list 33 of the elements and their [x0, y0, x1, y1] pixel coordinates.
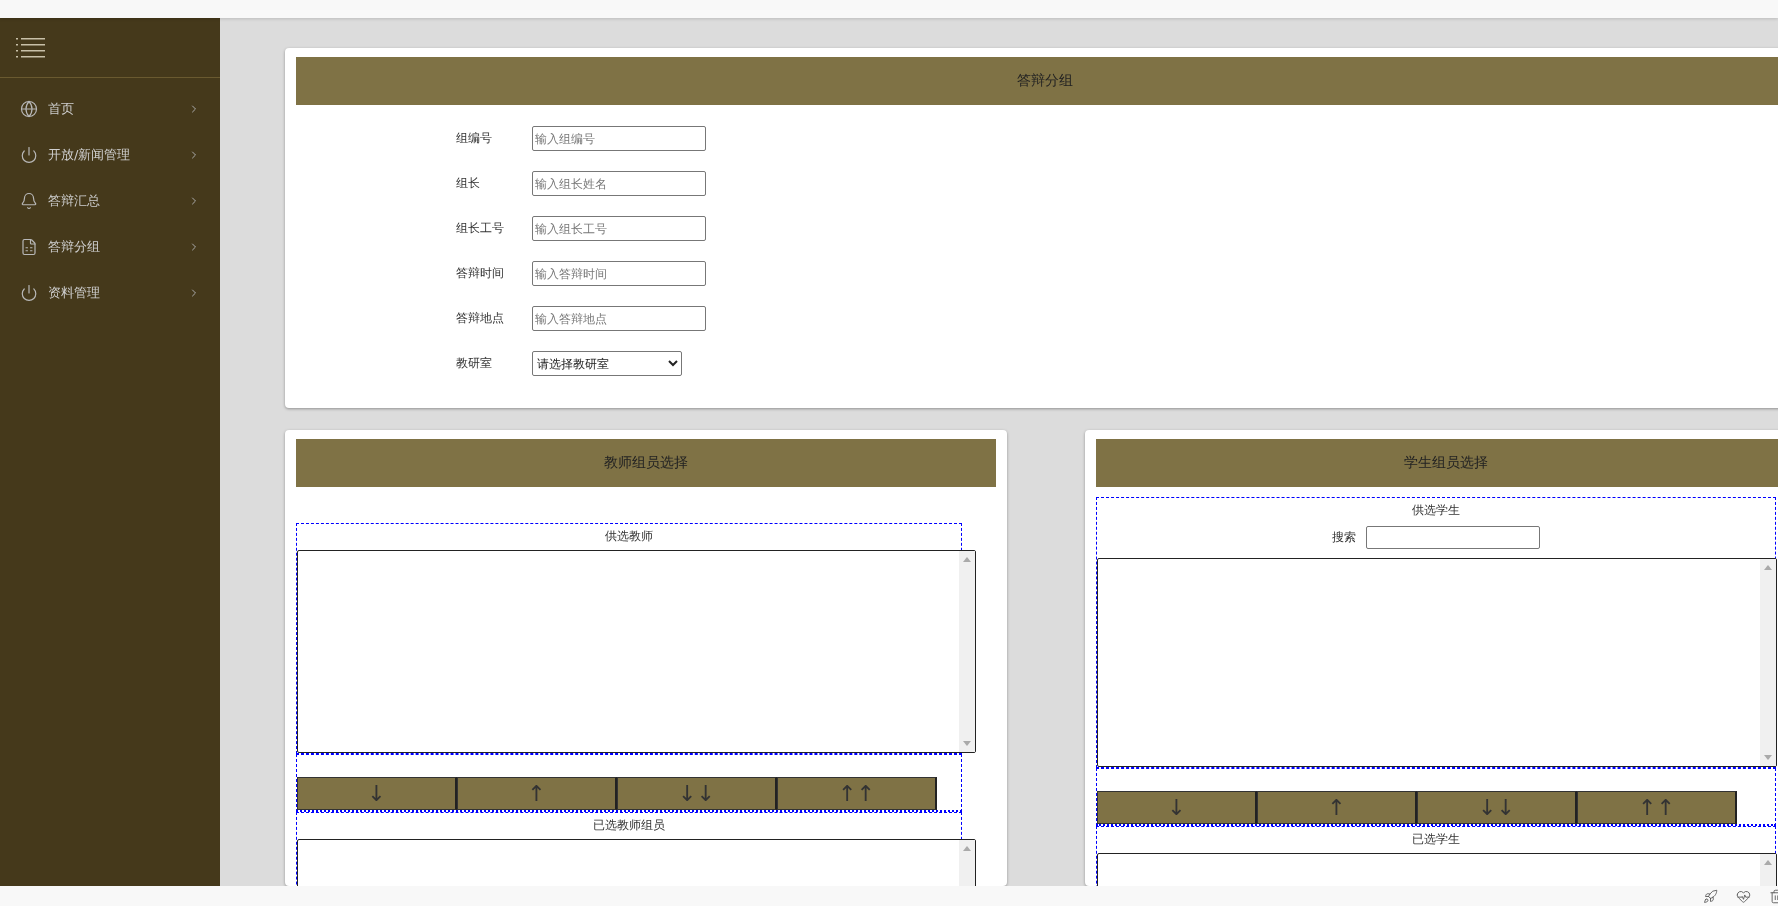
list-caption: 已选学生 [1412, 831, 1460, 848]
sidebar-item[interactable]: 资料管理 [0, 270, 220, 316]
input-field[interactable]: 输入组长姓名 [532, 171, 706, 196]
field-label: 组长 [456, 175, 481, 192]
move-button[interactable]: ↑↑ [1577, 791, 1737, 824]
form-header: 答辩分组 [296, 57, 1778, 105]
sidebar-item[interactable]: 答辩分组 [0, 224, 220, 270]
input-field[interactable]: 输入组长工号 [532, 216, 706, 241]
input-field[interactable]: 输入答辩时间 [532, 261, 706, 286]
field-label: 答辩地点 [456, 310, 505, 327]
search-label: 搜索 [1332, 529, 1356, 546]
move-button[interactable]: ↑ [1257, 791, 1417, 824]
sidebar-item[interactable]: 开放/新闻管理 [0, 132, 220, 178]
panel-header: 学生组员选择 [1096, 439, 1778, 487]
list-caption: 已选教师组员 [593, 817, 665, 834]
move-button[interactable]: ↑ [457, 777, 617, 810]
panel-header: 教师组员选择 [296, 439, 996, 487]
move-button[interactable]: ↓ [1097, 791, 1257, 824]
select-field[interactable]: 请选择教研室 [532, 351, 682, 376]
list-caption: 供选学生 [1412, 502, 1460, 519]
list-caption: 供选教师 [605, 528, 653, 545]
field-label: 答辩时间 [456, 265, 505, 282]
move-button[interactable]: ↑↑ [777, 777, 937, 810]
sidebar-item[interactable]: 首页 [0, 86, 220, 132]
field-label: 教研室 [456, 355, 493, 372]
input-field[interactable]: 输入组编号 [532, 126, 706, 151]
move-button[interactable]: ↓↓ [1417, 791, 1577, 824]
move-button[interactable]: ↓↓ [617, 777, 777, 810]
field-label: 组编号 [456, 130, 493, 147]
move-button[interactable]: ↓ [297, 777, 457, 810]
sidebar-item[interactable]: 答辩汇总 [0, 178, 220, 224]
field-label: 组长工号 [456, 220, 505, 237]
input-field[interactable]: 输入答辩地点 [532, 306, 706, 331]
